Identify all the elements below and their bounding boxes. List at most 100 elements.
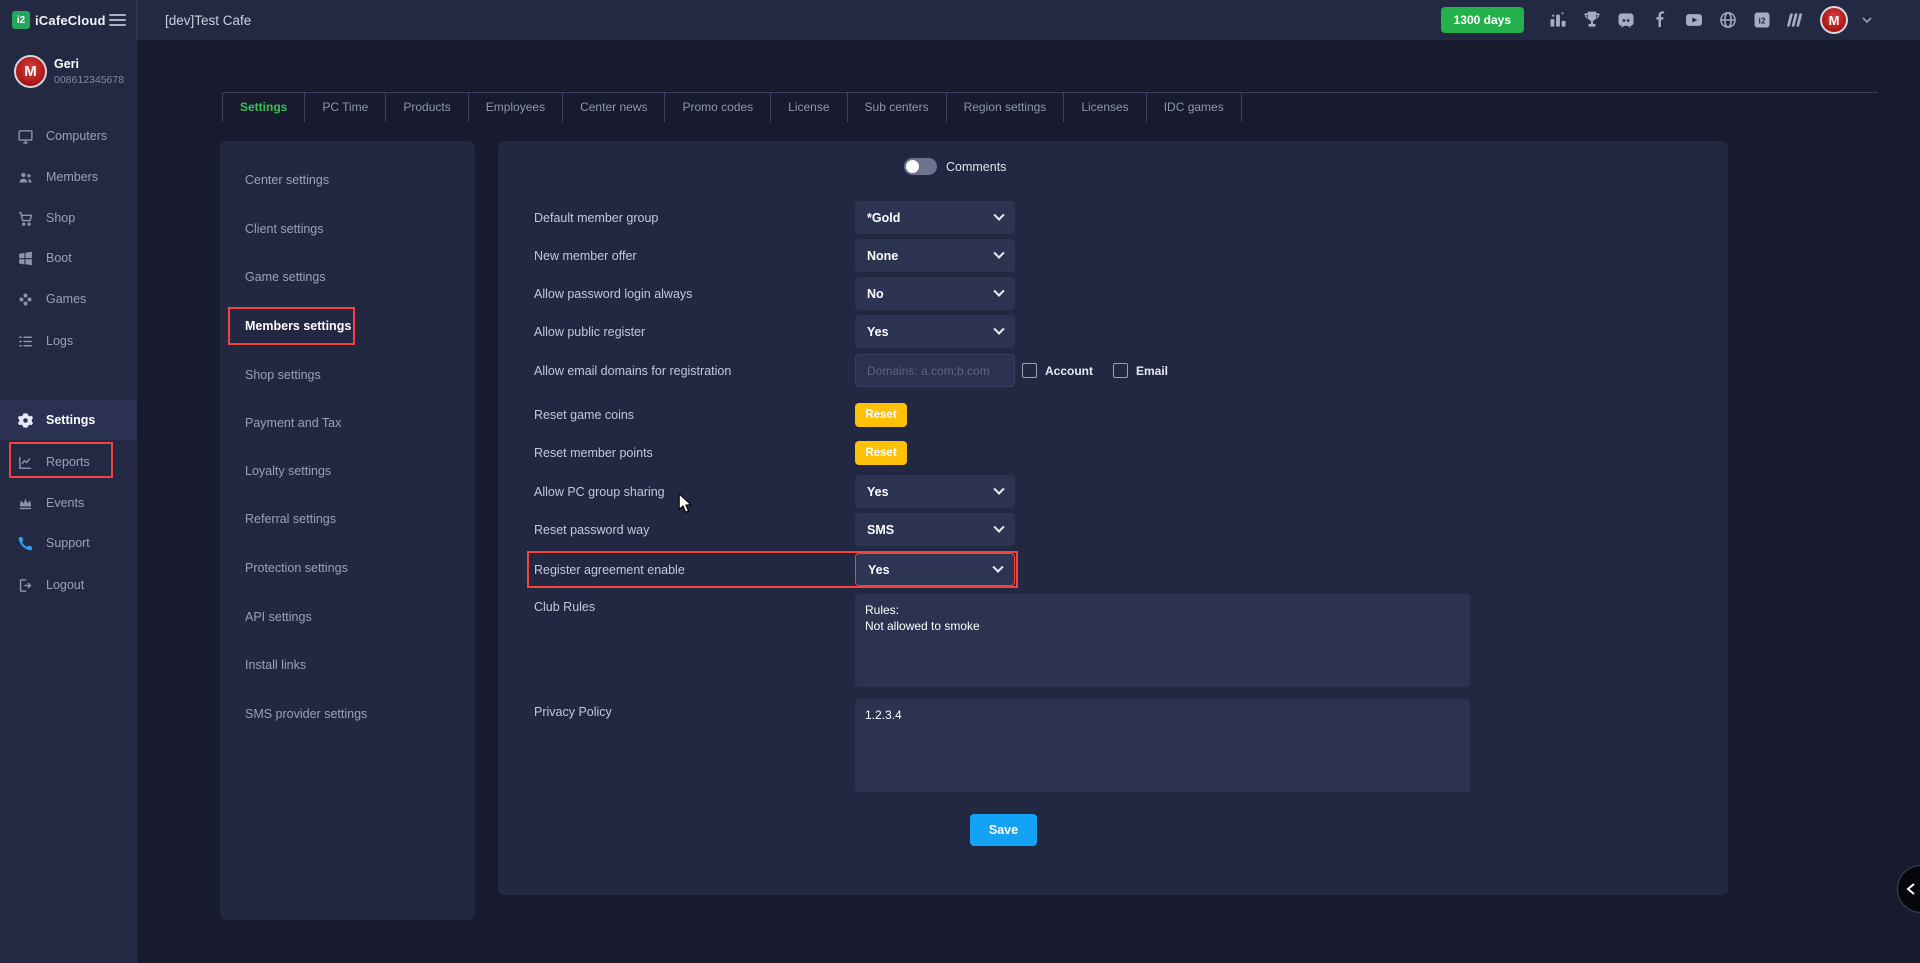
reset-password-way-select[interactable]: SMS	[855, 513, 1015, 546]
subnav-api-settings[interactable]: API settings	[220, 602, 475, 632]
discord-icon[interactable]	[1616, 10, 1636, 30]
tab-licenses[interactable]: Licenses	[1064, 93, 1146, 122]
sidebar-item-support[interactable]: Support	[0, 523, 137, 563]
sidebar-item-settings[interactable]: Settings	[0, 400, 137, 440]
subnav-protection-settings[interactable]: Protection settings	[220, 553, 475, 583]
form-row-reset-password-way: Reset password way SMS	[534, 513, 1708, 546]
sidebar: M Geri 008612345678 Computers Members Sh…	[0, 40, 137, 963]
sidebar-item-label: Members	[46, 170, 98, 184]
subnav-game-settings[interactable]: Game settings	[220, 262, 475, 292]
sidebar-item-logs[interactable]: Logs	[0, 321, 137, 361]
sidebar-item-logout[interactable]: Logout	[0, 565, 137, 605]
user-phone: 008612345678	[54, 74, 124, 86]
settings-tabs: Settings PC Time Products Employees Cent…	[222, 92, 1878, 122]
reset-member-points-button[interactable]: Reset	[855, 441, 907, 465]
field-label: Reset password way	[534, 513, 649, 546]
hamburger-menu-icon[interactable]	[109, 13, 126, 27]
default-member-group-select[interactable]: *Gold	[855, 201, 1015, 234]
sidebar-item-reports[interactable]: Reports	[0, 442, 137, 482]
license-days-badge[interactable]: 1300 days	[1441, 7, 1524, 33]
subnav-install-links[interactable]: Install links	[220, 650, 475, 680]
field-label: Reset game coins	[534, 402, 634, 428]
pc-group-sharing-select[interactable]: Yes	[855, 475, 1015, 508]
tab-idc-games[interactable]: IDC games	[1147, 93, 1242, 122]
icafecloud-icon[interactable]: i2	[1752, 10, 1772, 30]
page-title: [dev]Test Cafe	[165, 13, 251, 28]
tab-region-settings[interactable]: Region settings	[947, 93, 1065, 122]
reset-game-coins-button[interactable]: Reset	[855, 403, 907, 427]
icafecloud-logo-icon: i2	[12, 11, 30, 29]
chevron-down-icon	[993, 483, 1004, 494]
club-rules-label: Club Rules	[534, 594, 595, 620]
sidebar-item-label: Settings	[46, 413, 95, 427]
sidebar-item-shop[interactable]: Shop	[0, 198, 137, 238]
email-checkbox[interactable]	[1113, 363, 1128, 378]
allow-public-register-select[interactable]: Yes	[855, 315, 1015, 348]
field-label: Allow password login always	[534, 277, 692, 310]
tab-sub-centers[interactable]: Sub centers	[848, 93, 947, 122]
tab-pc-time[interactable]: PC Time	[305, 93, 386, 122]
club-rules-textarea[interactable]: Rules: Not allowed to smoke	[855, 594, 1470, 687]
subnav-client-settings[interactable]: Client settings	[220, 214, 475, 244]
save-button[interactable]: Save	[970, 814, 1037, 846]
new-member-offer-select[interactable]: None	[855, 239, 1015, 272]
list-icon	[17, 333, 34, 350]
tab-products[interactable]: Products	[386, 93, 468, 122]
comments-toggle-row: Comments	[904, 158, 1006, 175]
sidebar-item-computers[interactable]: Computers	[0, 116, 137, 156]
tab-center-news[interactable]: Center news	[563, 93, 665, 122]
email-domains-input[interactable]	[855, 354, 1015, 387]
privacy-policy-label: Privacy Policy	[534, 699, 612, 725]
apps-icon[interactable]	[1786, 10, 1806, 30]
brand-name: iCafeCloud	[35, 13, 106, 28]
comments-toggle[interactable]	[904, 158, 937, 175]
subnav-shop-settings[interactable]: Shop settings	[220, 360, 475, 390]
account-checkbox[interactable]	[1022, 363, 1037, 378]
subnav-payment-and-tax[interactable]: Payment and Tax	[220, 408, 475, 438]
globe-icon[interactable]	[1718, 10, 1738, 30]
form-row-allow-public-register: Allow public register Yes	[534, 315, 1708, 348]
facebook-icon[interactable]	[1650, 10, 1670, 30]
crown-icon	[17, 495, 34, 512]
allow-password-login-select[interactable]: No	[855, 277, 1015, 310]
brand-area: i2 iCafeCloud	[0, 0, 137, 40]
sidebar-item-events[interactable]: Events	[0, 483, 137, 523]
form-row-reset-member-points: Reset member points Reset	[534, 440, 1708, 466]
monitor-icon	[17, 128, 34, 145]
tab-settings[interactable]: Settings	[222, 93, 305, 122]
sidebar-item-label: Games	[46, 292, 86, 306]
subnav-sms-provider-settings[interactable]: SMS provider settings	[220, 699, 475, 729]
sidebar-item-boot[interactable]: Boot	[0, 238, 137, 278]
chevron-down-icon	[993, 247, 1004, 258]
tab-employees[interactable]: Employees	[469, 93, 563, 122]
user-avatar[interactable]: M	[1820, 6, 1848, 34]
field-label: New member offer	[534, 239, 637, 272]
youtube-icon[interactable]	[1684, 10, 1704, 30]
members-settings-panel: Comments Default member group *Gold New …	[498, 141, 1728, 895]
account-checkbox-label: Account	[1045, 364, 1093, 378]
sidebar-item-label: Reports	[46, 455, 90, 469]
windows-icon	[17, 250, 34, 267]
field-label: Allow email domains for registration	[534, 354, 731, 387]
tab-license[interactable]: License	[771, 93, 847, 122]
chevron-down-icon	[993, 323, 1004, 334]
trophy-icon[interactable]	[1582, 10, 1602, 30]
topbar: i2 iCafeCloud [dev]Test Cafe 1300 days i…	[0, 0, 1920, 40]
sidebar-item-members[interactable]: Members	[0, 157, 137, 197]
cart-icon	[17, 210, 34, 227]
ranking-icon[interactable]	[1548, 10, 1568, 30]
subnav-members-settings[interactable]: Members settings	[220, 311, 475, 341]
register-agreement-select[interactable]: Yes	[855, 553, 1015, 586]
form-row-reset-game-coins: Reset game coins Reset	[534, 402, 1708, 428]
subnav-loyalty-settings[interactable]: Loyalty settings	[220, 456, 475, 486]
sidebar-user[interactable]: M Geri 008612345678	[14, 55, 124, 88]
form-row-register-agreement-highlighted: Register agreement enable Yes	[527, 551, 1018, 588]
subnav-center-settings[interactable]: Center settings	[220, 165, 475, 195]
sidebar-item-games[interactable]: Games	[0, 279, 137, 319]
privacy-policy-textarea[interactable]: 1.2.3.4	[855, 699, 1470, 792]
collapse-panel-button[interactable]	[1897, 865, 1920, 913]
subnav-referral-settings[interactable]: Referral settings	[220, 504, 475, 534]
tab-promo-codes[interactable]: Promo codes	[665, 93, 771, 122]
field-label: Allow PC group sharing	[534, 475, 665, 508]
chevron-down-icon[interactable]	[1862, 17, 1872, 24]
